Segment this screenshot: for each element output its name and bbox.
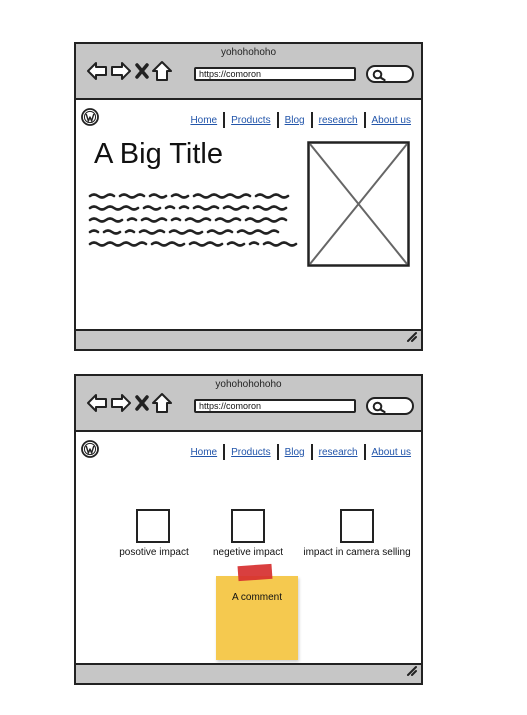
home-icon[interactable] [152,60,172,87]
positive-impact-label: posotive impact [119,547,189,558]
nav-products[interactable]: Products [225,447,276,458]
close-x-icon[interactable] [134,393,150,418]
window-title: yohohohohoho [215,379,282,390]
wordpress-logo-icon[interactable] [81,108,99,131]
resize-grip-icon[interactable] [405,329,417,347]
negative-impact-checkbox[interactable] [231,509,265,543]
search-icon [372,401,386,413]
search-icon [372,69,386,81]
page-content: Home Products Blog research About us pos… [76,432,421,663]
sticky-note-text: A comment [231,592,283,603]
close-x-icon[interactable] [134,61,150,86]
url-input[interactable]: https://comoron [194,67,356,81]
wordpress-logo-icon[interactable] [81,440,99,463]
forward-arrow-icon[interactable] [110,61,132,86]
image-placeholder [307,141,410,267]
positive-impact-checkbox[interactable] [136,509,170,543]
browser-window-1: yohohohoho https://comoron Home Products… [74,42,423,351]
nav-blog[interactable]: Blog [279,115,311,126]
nav-blog[interactable]: Blog [279,447,311,458]
nav-home[interactable]: Home [184,115,223,126]
back-arrow-icon[interactable] [86,61,108,86]
resize-grip-icon[interactable] [405,663,417,681]
url-input[interactable]: https://comoron [194,399,356,413]
nav-about-us[interactable]: About us [366,115,417,126]
top-nav: Home Products Blog research About us [184,444,417,460]
nav-about-us[interactable]: About us [366,447,417,458]
page-title: A Big Title [94,138,223,170]
nav-research[interactable]: research [313,115,364,126]
sticky-note[interactable]: A comment [216,563,298,660]
nav-home[interactable]: Home [184,447,223,458]
back-arrow-icon[interactable] [86,393,108,418]
nav-products[interactable]: Products [225,115,276,126]
window-title: yohohohoho [220,47,277,58]
tape-strip [237,563,273,582]
camera-selling-impact-checkbox[interactable] [340,509,374,543]
page-content: Home Products Blog research About us A B… [76,100,421,329]
forward-arrow-icon[interactable] [110,393,132,418]
camera-selling-impact-label: impact in camera selling [303,547,411,558]
browser-toolbar: yohohohoho https://comoron [76,44,421,100]
negative-impact-label: negetive impact [212,547,284,558]
browser-window-2: yohohohohoho https://comoron Home Produc… [74,374,423,685]
status-bar [76,329,421,349]
search-input[interactable] [366,65,414,83]
home-icon[interactable] [152,392,172,419]
browser-toolbar: yohohohohoho https://comoron [76,376,421,432]
status-bar [76,663,421,683]
nav-research[interactable]: research [313,447,364,458]
search-input[interactable] [366,397,414,415]
top-nav: Home Products Blog research About us [184,112,417,128]
placeholder-text-block [88,193,298,247]
